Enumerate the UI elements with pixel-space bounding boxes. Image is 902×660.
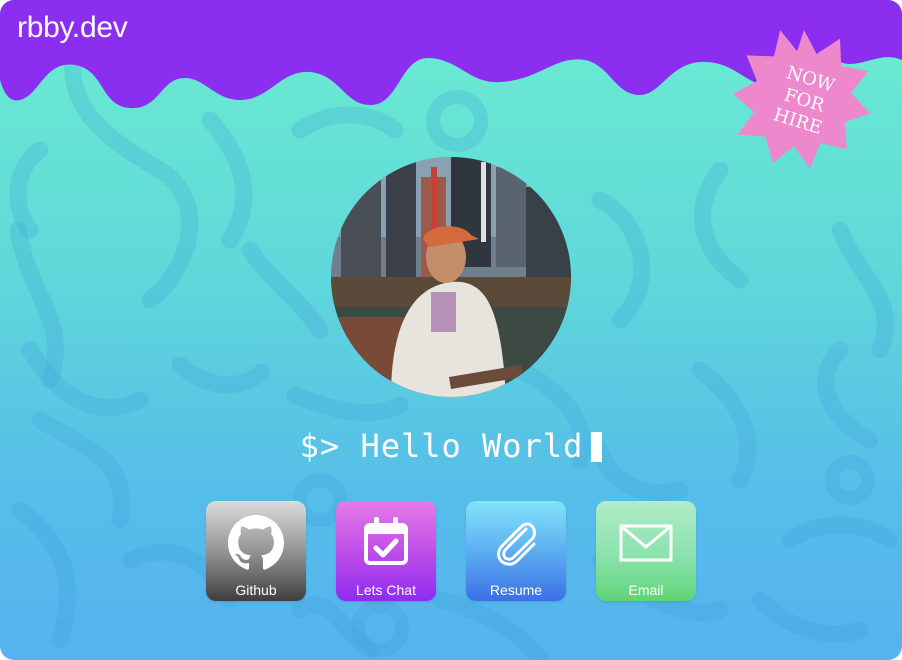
paperclip-icon	[466, 515, 566, 571]
resume-label: Resume	[489, 582, 543, 598]
lets-chat-link-button[interactable]: Lets Chat	[336, 501, 436, 601]
now-for-hire-badge[interactable]: NOW FOR HIRE	[733, 30, 875, 172]
profile-photo	[331, 157, 571, 397]
envelope-icon	[596, 515, 696, 571]
email-link-button[interactable]: Email	[596, 501, 696, 601]
terminal-cursor	[591, 432, 603, 462]
site-title[interactable]: rbby.dev	[17, 11, 128, 45]
lets-chat-label: Lets Chat	[356, 582, 416, 598]
github-link-button[interactable]: Github	[206, 501, 306, 601]
terminal-text: $> Hello World	[299, 427, 584, 465]
page-frame: rbby.dev NOW FOR HIRE $> Hello World Git…	[0, 0, 902, 660]
github-icon	[206, 515, 306, 571]
calendar-check-icon	[336, 515, 436, 571]
resume-link-button[interactable]: Resume	[466, 501, 566, 601]
email-label: Email	[628, 582, 664, 598]
github-label: Github	[235, 582, 277, 598]
hello-world-terminal: $> Hello World	[0, 427, 902, 465]
